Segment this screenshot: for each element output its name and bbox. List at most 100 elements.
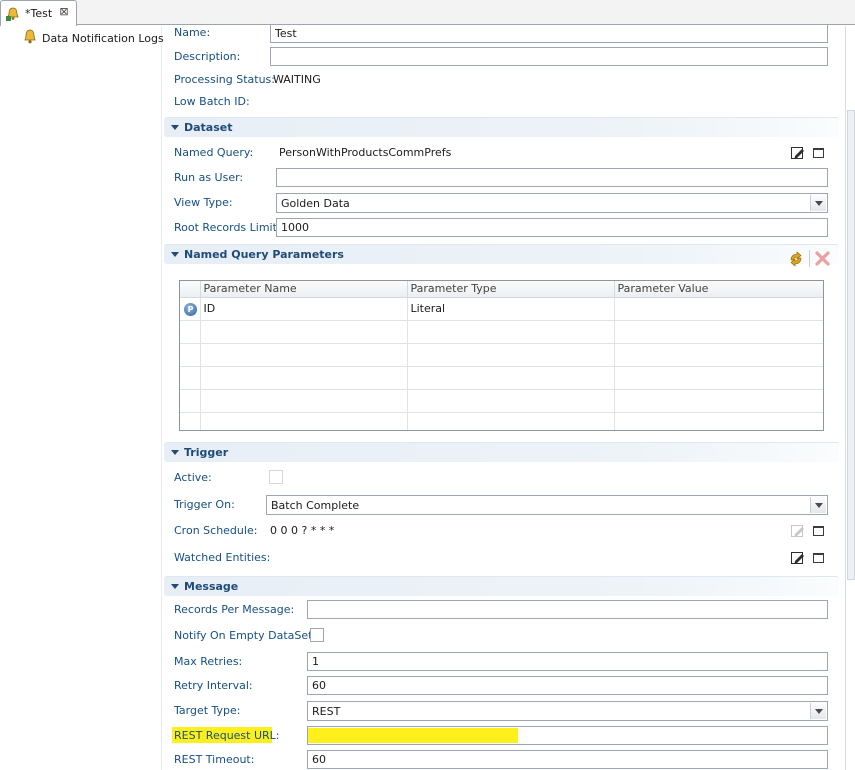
- section-trigger[interactable]: Trigger: [164, 442, 839, 462]
- maximize-icon[interactable]: [813, 553, 824, 563]
- parameter-type-cell[interactable]: Literal: [407, 297, 615, 321]
- table-row[interactable]: [180, 343, 823, 367]
- table-row[interactable]: P ID Literal: [180, 297, 823, 321]
- retry-interval-label: Retry Interval:: [174, 679, 253, 692]
- trigger-on-selected: Batch Complete: [271, 499, 360, 512]
- records-per-message-label: Records Per Message:: [174, 603, 295, 616]
- table-cell[interactable]: [200, 412, 408, 430]
- column-header[interactable]: Parameter Value: [614, 281, 823, 298]
- table-cell[interactable]: [200, 389, 408, 413]
- view-type-select[interactable]: Golden Data: [276, 193, 828, 213]
- view-type-selected: Golden Data: [281, 197, 350, 210]
- name-input[interactable]: [270, 24, 828, 43]
- column-header[interactable]: Parameter Name: [200, 281, 408, 298]
- target-type-label: Target Type:: [174, 704, 241, 717]
- vertical-scrollbar[interactable]: [845, 26, 855, 770]
- refresh-parameters-icon[interactable]: [788, 251, 804, 267]
- table-cell[interactable]: [200, 320, 408, 344]
- notification-bell-icon: [24, 29, 36, 44]
- max-retries-input[interactable]: [307, 652, 828, 671]
- table-header-row: Parameter Name Parameter Type Parameter …: [180, 281, 823, 298]
- row-header: [180, 389, 201, 413]
- notify-on-empty-dataset-label: Notify On Empty DataSet:: [174, 629, 317, 642]
- scrollbar-thumb[interactable]: [847, 110, 855, 580]
- close-icon[interactable]: ⊠: [58, 6, 70, 18]
- processing-status-value: WAITING: [273, 73, 321, 86]
- target-type-select[interactable]: REST: [307, 701, 828, 721]
- table-row[interactable]: [180, 320, 823, 344]
- root-records-limit-label: Root Records Limit:: [174, 221, 281, 234]
- table-cell[interactable]: [407, 343, 615, 367]
- section-named-query-parameters[interactable]: Named Query Parameters: [164, 244, 839, 264]
- row-header: [180, 343, 201, 367]
- table-row[interactable]: [180, 389, 823, 413]
- collapse-arrow-icon: [171, 450, 179, 455]
- records-per-message-input[interactable]: [307, 600, 828, 619]
- maximize-icon[interactable]: [813, 148, 824, 158]
- view-type-label: View Type:: [174, 196, 233, 209]
- collapse-arrow-icon: [171, 252, 179, 257]
- row-header: [180, 320, 201, 344]
- target-type-selected: REST: [312, 705, 341, 718]
- row-header: [180, 366, 201, 390]
- table-cell[interactable]: [614, 366, 823, 390]
- table-row[interactable]: [180, 366, 823, 390]
- trigger-on-select[interactable]: Batch Complete: [266, 495, 828, 515]
- section-title: Trigger: [184, 446, 229, 459]
- table-row[interactable]: [180, 412, 823, 430]
- retry-interval-input[interactable]: [307, 676, 828, 695]
- root-records-limit-input[interactable]: [276, 218, 828, 237]
- section-message[interactable]: Message: [164, 576, 839, 596]
- row-header-corner: [180, 281, 201, 298]
- editor-tab-strip: *Test ⊠: [0, 0, 855, 26]
- notify-on-empty-dataset-checkbox[interactable]: [310, 628, 324, 642]
- run-as-user-input[interactable]: [276, 168, 828, 187]
- active-checkbox[interactable]: [269, 470, 283, 484]
- parameter-value-cell[interactable]: [614, 297, 823, 321]
- table-cell[interactable]: [614, 412, 823, 430]
- delete-icon[interactable]: [815, 251, 830, 266]
- table-cell[interactable]: [407, 412, 615, 430]
- watched-entities-label: Watched Entities:: [174, 551, 271, 564]
- trigger-on-label: Trigger On:: [174, 498, 235, 511]
- row-header: [180, 412, 201, 430]
- edit-icon[interactable]: [791, 146, 805, 160]
- edit-icon[interactable]: [791, 551, 805, 565]
- description-input[interactable]: [270, 47, 828, 66]
- rest-timeout-input[interactable]: [307, 750, 828, 769]
- cron-schedule-value: 0 0 0 ? * * *: [270, 524, 335, 537]
- table-cell[interactable]: [200, 366, 408, 390]
- collapse-arrow-icon: [171, 584, 179, 589]
- processing-status-label: Processing Status:: [174, 73, 275, 86]
- table-cell[interactable]: [407, 366, 615, 390]
- parameters-table[interactable]: Parameter Name Parameter Type Parameter …: [179, 280, 824, 431]
- parameter-name-cell[interactable]: ID: [200, 297, 408, 321]
- chevron-down-icon[interactable]: [810, 497, 826, 513]
- column-header[interactable]: Parameter Type: [407, 281, 615, 298]
- name-label: Name:: [174, 26, 211, 39]
- chevron-down-icon[interactable]: [810, 703, 826, 719]
- maximize-icon[interactable]: [813, 526, 824, 536]
- tab-title: *Test: [25, 7, 53, 20]
- section-title: Message: [184, 580, 239, 593]
- section-dataset[interactable]: Dataset: [164, 117, 839, 137]
- rest-timeout-label: REST Timeout:: [174, 753, 255, 766]
- tab-test[interactable]: *Test ⊠: [0, 0, 77, 26]
- table-cell[interactable]: [614, 343, 823, 367]
- section-title: Named Query Parameters: [184, 248, 344, 261]
- table-cell[interactable]: [200, 343, 408, 367]
- chevron-down-icon[interactable]: [810, 195, 826, 211]
- table-cell[interactable]: [614, 389, 823, 413]
- named-query-label: Named Query:: [174, 146, 254, 159]
- low-batch-id-label: Low Batch ID:: [174, 95, 250, 108]
- row-header: P: [180, 297, 201, 321]
- table-cell[interactable]: [614, 320, 823, 344]
- table-cell[interactable]: [407, 320, 615, 344]
- table-cell[interactable]: [407, 389, 615, 413]
- outline-tree: Data Notification Logs: [0, 26, 164, 770]
- tree-item-label: Data Notification Logs: [42, 32, 164, 45]
- description-label: Description:: [174, 50, 241, 63]
- section-title: Dataset: [184, 121, 233, 134]
- max-retries-label: Max Retries:: [174, 655, 243, 668]
- edit-icon[interactable]: [791, 524, 805, 538]
